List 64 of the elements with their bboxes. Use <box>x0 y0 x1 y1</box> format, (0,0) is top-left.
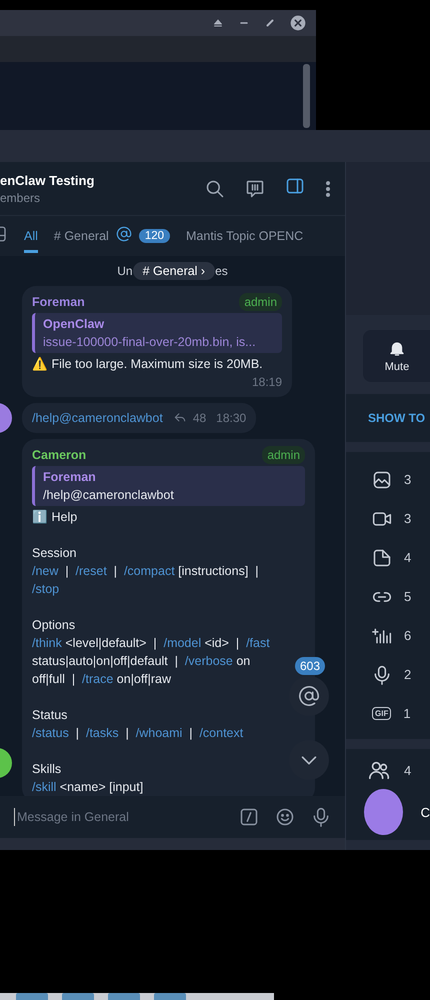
message-line: Skills <box>32 761 62 778</box>
poll-chat-icon <box>245 178 265 198</box>
scrollbar[interactable] <box>303 64 310 128</box>
unread-divider: Un <box>117 264 133 278</box>
media-row[interactable]: 3 <box>346 460 430 499</box>
equalizer-icon <box>372 626 392 646</box>
message-line: Options <box>32 617 76 634</box>
mute-button[interactable]: Mute <box>363 330 430 382</box>
topic-pill[interactable]: # General › <box>132 262 216 280</box>
gif-icon: GIF <box>372 707 392 720</box>
reply-quote[interactable]: OpenClaw issue-100000-final-over-20mb.bin, is... <box>32 313 282 353</box>
message-input[interactable]: Message in General <box>14 808 223 826</box>
message-line: /stop <box>32 581 60 598</box>
chat-title: enClaw Testing <box>0 172 94 188</box>
emoji-icon <box>275 807 295 827</box>
member-name: C <box>420 804 430 820</box>
message-line: /skill <name> [input] <box>32 779 144 796</box>
members-count: 4 <box>404 762 412 778</box>
media-row[interactable]: 2 <box>346 655 430 694</box>
unread-badge: 120 <box>138 229 170 243</box>
topic-tab[interactable]: # General <box>54 219 109 253</box>
command-icon <box>239 807 259 827</box>
at-icon <box>298 685 320 707</box>
message-line: ℹ Help <box>32 508 78 526</box>
message-time: 18:30 <box>216 410 246 427</box>
reply-count: 48 <box>192 410 206 427</box>
message-composer[interactable]: Message in General <box>0 796 345 838</box>
message-line: Session <box>32 545 78 562</box>
members-icon <box>368 759 390 781</box>
show-topics-button[interactable]: SHOW TO <box>346 394 430 442</box>
sender-name: Cameron <box>32 447 86 464</box>
more-icon <box>325 178 331 198</box>
microphone-icon <box>311 807 331 827</box>
file-icon <box>372 548 392 568</box>
media-row[interactable]: 6 <box>346 616 430 655</box>
sender-name: Foreman <box>32 294 85 311</box>
media-row[interactable]: 5 <box>346 577 430 616</box>
message-line: /think <level|default> | /model <id> | /fast <box>32 635 271 652</box>
image-icon <box>372 470 392 490</box>
bell-icon <box>388 340 406 358</box>
role-tag: admin <box>262 446 305 464</box>
command-link[interactable]: /help@cameronclawbot <box>32 409 163 427</box>
topic-tab[interactable]: All <box>24 219 38 253</box>
media-row[interactable]: 4 <box>346 538 430 577</box>
media-row[interactable]: GIF 1 <box>346 694 430 733</box>
message-line: /status | /tasks | /whoami | /context <box>32 725 244 742</box>
media-row[interactable]: 3 <box>346 499 430 538</box>
sidebar-icon <box>285 176 305 196</box>
unread-divider: es <box>215 264 228 278</box>
topic-tab[interactable]: Mantis Topic OPENC <box>186 219 304 253</box>
close-icon <box>290 15 306 31</box>
message-line: Status <box>32 707 68 724</box>
member-count: embers <box>0 190 42 204</box>
message-time: 18:19 <box>250 374 282 391</box>
role-tag: admin <box>239 293 282 311</box>
message-line: off|full | /trace on|off|raw <box>32 671 172 688</box>
search-icon <box>205 178 225 198</box>
eject-icon <box>212 17 224 29</box>
restore-icon <box>264 17 276 29</box>
mention-count-badge: 603 <box>294 657 325 675</box>
microphone-icon <box>372 664 392 684</box>
member-avatar[interactable] <box>364 789 403 835</box>
message-line: ⚠ File too large. Maximum size is 20MB. <box>32 356 264 373</box>
message-line: /new | /reset | /compact [instructions] | <box>32 563 260 580</box>
